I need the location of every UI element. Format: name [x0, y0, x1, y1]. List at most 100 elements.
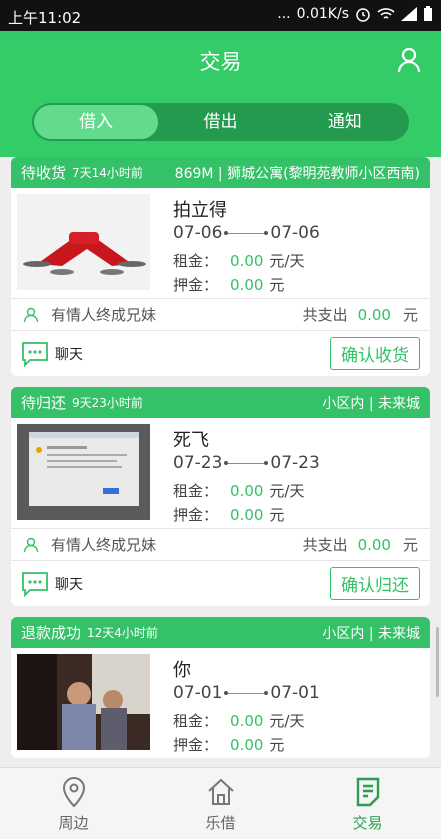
total-value: 0.00: [357, 536, 391, 554]
item-thumbnail: [17, 654, 150, 750]
battery-icon: [424, 6, 432, 21]
action-row: 聊天 确认收货: [11, 330, 430, 376]
order-time-ago: 9天23小时前: [72, 396, 143, 410]
order-location: 869M | 狮城公寓(黎明苑教师小区西南): [174, 165, 420, 182]
item-name: 你: [173, 660, 191, 681]
order-header: 退款成功 12天4小时前 小区内 | 未来城: [11, 617, 430, 648]
rent-row: 租金： 0.00 元/天: [173, 250, 304, 271]
order-card[interactable]: 待归还 9天23小时前 小区内 | 未来城 死飞 07-23 07-23 租金：…: [11, 387, 430, 606]
nav-trade[interactable]: 交易: [294, 768, 441, 839]
deposit-value: 0.00: [230, 506, 264, 524]
order-body[interactable]: 死飞 07-23 07-23 租金： 0.00 元/天 押金： 0.00 元: [11, 418, 430, 528]
tab-borrow-in[interactable]: 借入: [34, 105, 159, 139]
order-location: 小区内 | 未来城: [322, 625, 420, 642]
order-status: 待收货: [21, 164, 67, 182]
start-date: 07-06: [173, 223, 223, 243]
rent-unit: 元/天: [269, 252, 305, 270]
order-list[interactable]: 待收货 7天14小时前 869M | 狮城公寓(黎明苑教师小区西南) 拍立得 0…: [0, 157, 441, 767]
rent-label: 租金：: [173, 482, 219, 500]
confirm-receipt-button[interactable]: 确认收货: [330, 337, 420, 370]
rent-label: 租金：: [173, 252, 219, 270]
network-speed: 0.01K/s: [296, 6, 349, 22]
nav-nearby[interactable]: 周边: [0, 768, 147, 839]
total-label: 共支出: [302, 536, 348, 554]
action-row: 聊天 确认归还: [11, 560, 430, 606]
alarm-icon: [356, 8, 370, 22]
owner-name[interactable]: 有情人终成兄妹: [51, 534, 156, 555]
scrollbar[interactable]: [436, 627, 439, 697]
deposit-label: 押金：: [173, 736, 219, 754]
deposit-row: 押金： 0.00 元: [173, 734, 284, 755]
bottom-nav: 周边 乐借 交易: [0, 767, 441, 839]
deposit-value: 0.00: [230, 276, 264, 294]
signal-icon: [401, 7, 417, 21]
rental-dates: 07-06 07-06: [173, 223, 320, 243]
status-time: 上午11:02: [8, 9, 82, 27]
deposit-unit: 元: [269, 276, 285, 294]
chat-icon[interactable]: [21, 571, 49, 597]
rent-value: 0.00: [230, 252, 264, 270]
order-status: 待归还: [21, 394, 67, 412]
deposit-unit: 元: [269, 506, 285, 524]
deposit-unit: 元: [269, 736, 285, 754]
rent-unit: 元/天: [269, 712, 305, 730]
owner-name[interactable]: 有情人终成兄妹: [51, 304, 156, 325]
chat-button[interactable]: 聊天: [55, 574, 83, 594]
rent-value: 0.00: [230, 712, 264, 730]
total-label: 共支出: [302, 306, 348, 324]
owner-row: 有情人终成兄妹 共支出 0.00 元: [11, 298, 430, 330]
home-icon: [207, 778, 234, 805]
rent-unit: 元/天: [269, 482, 305, 500]
user-icon[interactable]: [397, 47, 421, 73]
chat-button[interactable]: 聊天: [55, 344, 83, 364]
confirm-return-button[interactable]: 确认归还: [330, 567, 420, 600]
total-unit: 元: [402, 306, 418, 324]
date-connector: [224, 460, 269, 465]
person-icon: [23, 537, 39, 552]
order-body[interactable]: 拍立得 07-06 07-06 租金： 0.00 元/天 押金： 0.00 元: [11, 188, 430, 298]
item-name: 拍立得: [173, 200, 227, 221]
nav-lejie[interactable]: 乐借: [147, 768, 294, 839]
location-pin-icon: [62, 776, 85, 808]
page-title: 交易: [199, 50, 242, 74]
rental-dates: 07-23 07-23: [173, 453, 320, 473]
order-location: 小区内 | 未来城: [322, 395, 420, 412]
total-value: 0.00: [357, 306, 391, 324]
tab-notifications[interactable]: 通知: [283, 105, 407, 139]
owner-row: 有情人终成兄妹 共支出 0.00 元: [11, 528, 430, 560]
rent-row: 租金： 0.00 元/天: [173, 710, 304, 731]
end-date: 07-01: [270, 683, 320, 703]
total-spend: 共支出 0.00 元: [303, 304, 418, 325]
rent-row: 租金： 0.00 元/天: [173, 480, 304, 501]
order-card[interactable]: 待收货 7天14小时前 869M | 狮城公寓(黎明苑教师小区西南) 拍立得 0…: [11, 157, 430, 376]
date-connector: [224, 690, 269, 695]
start-date: 07-23: [173, 453, 223, 473]
status-right: ... 0.01K/s: [277, 6, 433, 22]
rent-label: 租金：: [173, 712, 219, 730]
document-edit-icon: [356, 777, 379, 807]
order-body[interactable]: 你 07-01 07-01 租金： 0.00 元/天 押金： 0.00 元: [11, 648, 430, 758]
wifi-icon: [377, 8, 395, 19]
person-icon: [23, 307, 39, 322]
order-card[interactable]: 退款成功 12天4小时前 小区内 | 未来城 你 07-01 07-01 租金：…: [11, 617, 430, 758]
total-spend: 共支出 0.00 元: [303, 534, 418, 555]
item-thumbnail: [17, 194, 150, 290]
item-name: 死飞: [173, 430, 209, 451]
tab-lend-out[interactable]: 借出: [158, 105, 282, 139]
order-header: 待收货 7天14小时前 869M | 狮城公寓(黎明苑教师小区西南): [11, 157, 430, 188]
nav-label: 乐借: [205, 814, 236, 832]
deposit-label: 押金：: [173, 506, 219, 524]
deposit-label: 押金：: [173, 276, 219, 294]
deposit-row: 押金： 0.00 元: [173, 504, 284, 525]
deposit-value: 0.00: [230, 736, 264, 754]
nav-label: 周边: [58, 814, 89, 832]
end-date: 07-23: [270, 453, 320, 473]
rent-value: 0.00: [230, 482, 264, 500]
item-thumbnail: [17, 424, 150, 520]
status-dots: ...: [277, 6, 291, 22]
nav-label: 交易: [352, 814, 383, 832]
chat-icon[interactable]: [21, 341, 49, 367]
start-date: 07-01: [173, 683, 223, 703]
deposit-row: 押金： 0.00 元: [173, 274, 284, 295]
status-bar: 上午11:02 ... 0.01K/s: [0, 0, 441, 33]
